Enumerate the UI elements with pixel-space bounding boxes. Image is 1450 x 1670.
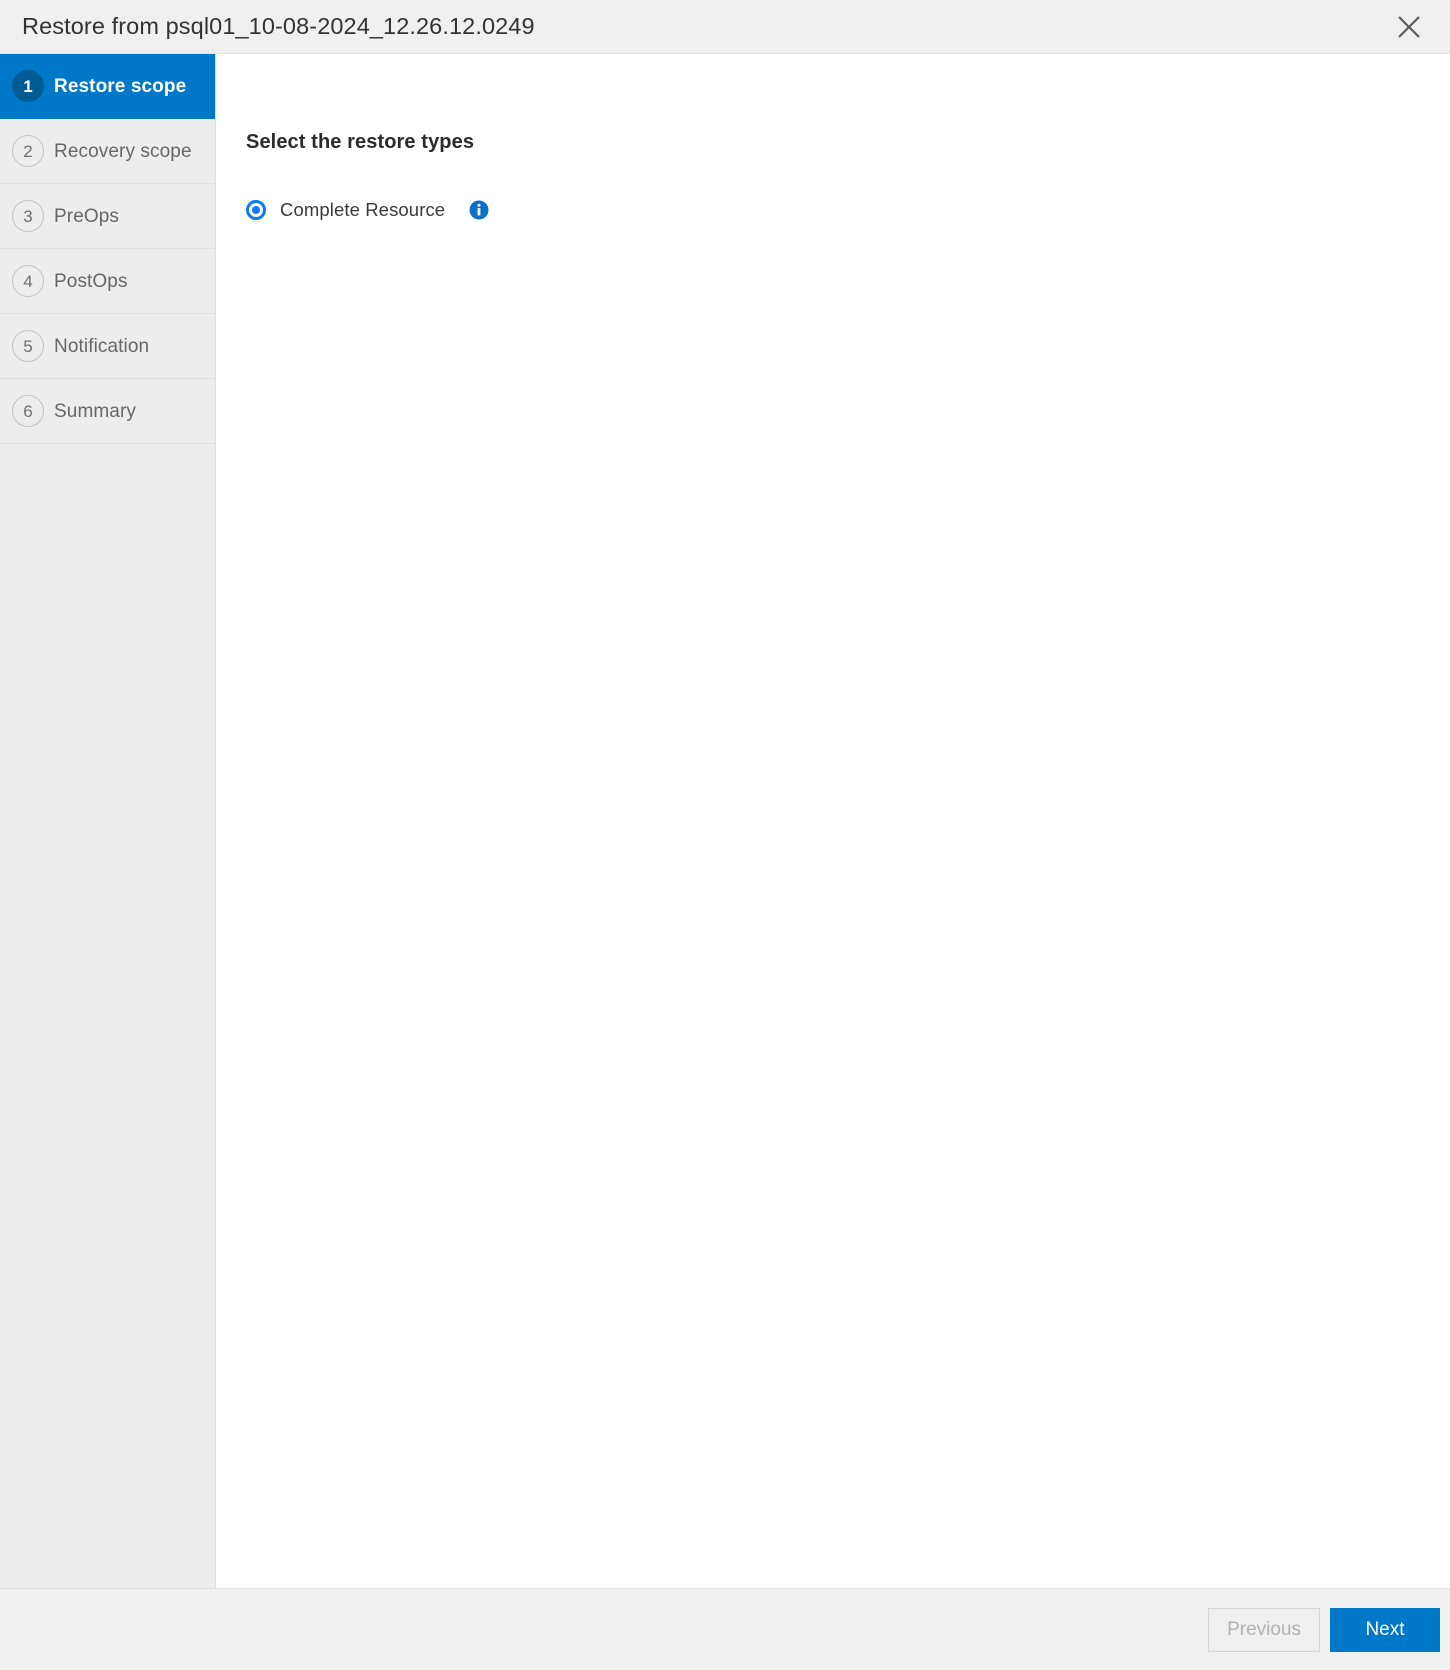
info-icon[interactable] (469, 200, 489, 220)
next-button[interactable]: Next (1330, 1607, 1440, 1652)
sidebar-item-label: Notification (54, 335, 150, 357)
sidebar-item-label: Restore scope (54, 75, 187, 97)
sidebar-item-label: PostOps (54, 270, 128, 292)
previous-button[interactable]: Previous (1208, 1607, 1320, 1652)
sidebar-item-restore-scope[interactable]: 1 Restore scope (0, 54, 215, 119)
step-number-badge: 3 (12, 200, 44, 232)
restore-type-option-row: Complete Resource (246, 198, 1450, 222)
sidebar-item-label: PreOps (54, 205, 120, 227)
dialog-header: Restore from psql01_10-08-2024_12.26.12.… (0, 0, 1450, 54)
sidebar-item-label: Recovery scope (54, 140, 192, 162)
sidebar-filler (0, 444, 215, 1588)
step-number-badge: 5 (12, 330, 44, 362)
step-number-badge: 1 (12, 70, 44, 102)
step-number-badge: 2 (12, 135, 44, 167)
step-number-badge: 4 (12, 265, 44, 297)
dialog-footer: Previous Next (0, 1588, 1450, 1670)
sidebar-item-recovery-scope[interactable]: 2 Recovery scope (0, 119, 215, 184)
restore-wizard-dialog: Restore from psql01_10-08-2024_12.26.12.… (0, 0, 1450, 1670)
radio-label-complete-resource[interactable]: Complete Resource (280, 200, 445, 220)
dialog-body: 1 Restore scope 2 Recovery scope 3 PreOp… (0, 54, 1450, 1588)
dialog-title: Restore from psql01_10-08-2024_12.26.12.… (22, 12, 535, 39)
sidebar-item-preops[interactable]: 3 PreOps (0, 184, 215, 249)
restore-scope-panel: Select the restore types Complete Resour… (216, 54, 1450, 1588)
sidebar-item-label: Summary (54, 400, 136, 422)
sidebar-item-postops[interactable]: 4 PostOps (0, 249, 215, 314)
sidebar-item-notification[interactable]: 5 Notification (0, 314, 215, 379)
step-number-badge: 6 (12, 395, 44, 427)
page-title: Select the restore types (246, 131, 475, 153)
close-icon[interactable] (1386, 4, 1432, 50)
sidebar-item-summary[interactable]: 6 Summary (0, 379, 215, 444)
wizard-step-list: 1 Restore scope 2 Recovery scope 3 PreOp… (0, 54, 216, 1588)
radio-complete-resource[interactable] (246, 200, 266, 220)
